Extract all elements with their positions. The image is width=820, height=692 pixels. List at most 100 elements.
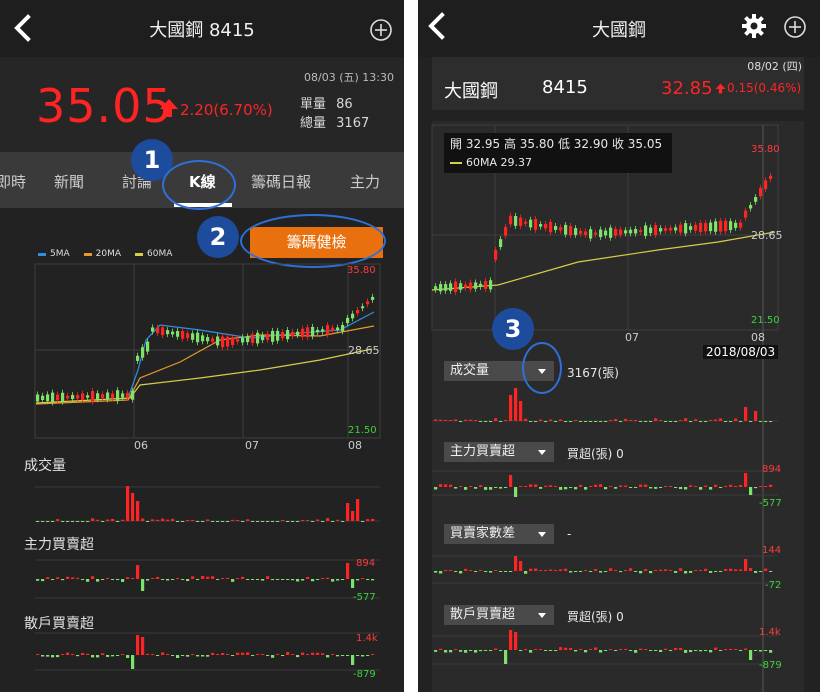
indicator-bar	[291, 654, 295, 655]
indicator-bar	[544, 421, 548, 422]
indicator-bar	[754, 571, 758, 573]
indicator-bar	[241, 521, 245, 522]
left-xtick-08: 08	[348, 439, 362, 452]
right-xtick-08: 08	[751, 331, 765, 344]
candle-body	[231, 337, 235, 345]
indicator-bar	[121, 654, 125, 655]
volume-dropdown-label: 成交量	[450, 363, 490, 378]
indicator-bar	[351, 655, 355, 665]
indicator-bar	[734, 418, 738, 421]
indicator-bar	[459, 650, 463, 652]
candle-body	[714, 221, 718, 232]
indicator-bar	[519, 561, 523, 571]
indicator-bar	[464, 650, 468, 653]
main-force-dropdown[interactable]: 主力買賣超	[444, 442, 554, 462]
candle-body	[141, 347, 145, 358]
indicator-bar	[306, 654, 310, 655]
indicator-bar	[499, 421, 503, 422]
indicator-bar	[454, 571, 458, 572]
indicator-bar	[749, 421, 753, 422]
candle-body	[689, 226, 693, 230]
candle-body	[579, 230, 583, 234]
indicator-bar	[634, 420, 638, 421]
indicator-bar	[679, 568, 683, 571]
indicator-bar	[584, 570, 588, 571]
indicator-bar	[574, 571, 578, 572]
indicator-bar	[639, 421, 643, 422]
indicator-bar	[769, 484, 773, 487]
indicator-bar	[704, 485, 708, 487]
indicator-bar	[434, 419, 438, 421]
candle-body	[331, 327, 335, 331]
indicator-bar	[739, 569, 743, 571]
indicator-bar	[624, 570, 628, 571]
indicator-bar	[226, 521, 230, 522]
indicator-bar	[574, 650, 578, 652]
brokers-value: -	[567, 527, 572, 541]
indicator-bar	[66, 652, 70, 655]
candle-body	[126, 392, 130, 398]
indicator-bar	[56, 655, 60, 658]
candle-body	[271, 330, 275, 342]
candle-body	[291, 331, 295, 337]
indicator-bar	[629, 419, 633, 421]
indicator-bar	[56, 577, 60, 579]
indicator-bar	[444, 484, 448, 487]
candle-body	[131, 390, 135, 400]
indicator-bar	[729, 421, 733, 422]
indicator-bar	[434, 487, 438, 490]
indicator-bar	[181, 579, 185, 580]
retail-dropdown[interactable]: 散戶買賣超	[444, 605, 554, 625]
candle-body	[434, 286, 438, 290]
indicator-bar	[321, 653, 325, 655]
indicator-bar	[116, 579, 120, 581]
candle-body	[161, 327, 165, 336]
indicator-bar	[704, 568, 708, 571]
left-retail-high: 1.4k	[356, 633, 378, 644]
brokers-dropdown[interactable]: 買賣家數差	[444, 524, 554, 544]
right-candles	[434, 172, 773, 296]
indicator-bar	[76, 655, 80, 657]
candle-body	[619, 229, 623, 235]
indicator-bar	[191, 576, 195, 579]
indicator-bar	[141, 518, 145, 521]
indicator-bar	[301, 520, 305, 521]
left-retail-bars	[36, 635, 375, 669]
candle-body	[241, 337, 245, 343]
indicator-bar	[126, 486, 130, 521]
indicator-bar	[71, 521, 75, 522]
candle-body	[584, 231, 588, 235]
indicator-bar	[276, 654, 280, 655]
right-retail-low: -879	[759, 660, 782, 671]
indicator-bar	[644, 649, 648, 650]
indicator-bar	[311, 521, 315, 522]
indicator-bar	[674, 421, 678, 422]
indicator-bar	[226, 654, 230, 655]
indicator-bar	[684, 650, 688, 653]
indicator-bar	[76, 521, 80, 522]
indicator-bar	[709, 487, 713, 490]
indicator-bar	[321, 521, 325, 522]
candle-body	[81, 393, 85, 400]
indicator-bar	[654, 418, 658, 421]
candle-body	[356, 310, 360, 314]
candle-body	[86, 395, 90, 398]
indicator-bar	[514, 556, 518, 571]
indicator-bar	[336, 655, 340, 657]
section-volume-label: 成交量	[24, 458, 66, 474]
indicator-bar	[764, 486, 768, 487]
candle-body	[564, 224, 568, 235]
indicator-bar	[529, 484, 533, 487]
indicator-bar	[724, 649, 728, 650]
indicator-bar	[619, 649, 623, 650]
indicator-bar	[539, 419, 543, 421]
indicator-bar	[106, 655, 110, 657]
candle-body	[609, 227, 613, 238]
indicator-bar	[694, 486, 698, 487]
indicator-bar	[669, 486, 673, 487]
indicator-bar	[574, 420, 578, 421]
left-axis-mid: 28.65	[348, 344, 380, 357]
indicator-bar	[559, 487, 563, 490]
indicator-bar	[256, 579, 260, 580]
indicator-bar	[136, 501, 140, 521]
